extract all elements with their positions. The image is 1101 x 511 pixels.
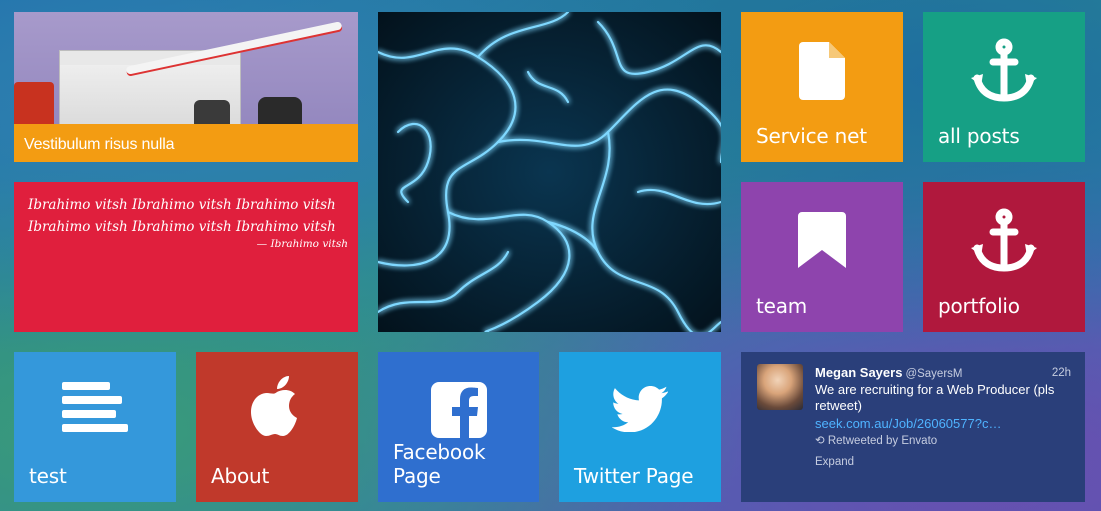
quote-text: Ibrahimo vitsh Ibrahimo vitsh Ibrahimo v… xyxy=(28,197,336,235)
service-net-tile[interactable]: Service net xyxy=(741,12,903,162)
expand-link[interactable]: Expand xyxy=(815,456,854,468)
quote-author: — Ibrahimo vitsh xyxy=(256,238,348,250)
tweet-link[interactable]: seek.com.au/Job/26060577?c… xyxy=(815,416,1001,431)
retweeted-by-text: Retweeted by Envato xyxy=(827,435,938,447)
bookmark-icon xyxy=(798,212,846,268)
document-icon xyxy=(799,42,845,100)
tweet-text: We are recruiting for a Web Producer (pl… xyxy=(815,382,1055,413)
tweet-timestamp[interactable]: 22h xyxy=(1052,367,1071,379)
team-label: team xyxy=(756,294,808,318)
all-posts-label: all posts xyxy=(938,124,1020,148)
twitter-feed-widget: Megan Sayers @SayersM 22h We are recruiti… xyxy=(741,352,1085,502)
electric-pattern-image xyxy=(378,12,721,332)
electric-image-tile[interactable] xyxy=(378,12,721,332)
portfolio-tile[interactable]: portfolio xyxy=(923,182,1085,332)
facebook-page-label: Facebook Page xyxy=(393,440,486,488)
service-net-label: Service net xyxy=(756,124,867,148)
tweet-author-name[interactable]: Megan Sayers xyxy=(815,365,902,380)
twitter-page-tile[interactable]: Twitter Page xyxy=(559,352,721,502)
product-caption-bar: Vestibulum risus nulla xyxy=(14,124,358,162)
twitter-page-label: Twitter Page xyxy=(574,464,694,488)
all-posts-tile[interactable]: all posts xyxy=(923,12,1085,162)
anchor-icon xyxy=(971,208,1037,272)
team-tile[interactable]: team xyxy=(741,182,903,332)
retweet-info: ⟲ Retweeted by Envato xyxy=(815,433,937,447)
retweet-icon: ⟲ xyxy=(815,435,828,447)
about-tile[interactable]: About xyxy=(196,352,358,502)
text-lines-icon xyxy=(62,382,128,432)
test-label: test xyxy=(29,464,67,488)
facebook-icon xyxy=(430,382,487,438)
quote-tile: Ibrahimo vitsh Ibrahimo vitsh Ibrahimo v… xyxy=(14,182,358,332)
portfolio-label: portfolio xyxy=(938,294,1020,318)
test-tile[interactable]: test xyxy=(14,352,176,502)
avatar[interactable] xyxy=(757,364,803,410)
apple-icon xyxy=(251,376,297,436)
tweet-author-handle[interactable]: @SayersM xyxy=(905,368,962,380)
tweet-author[interactable]: Megan Sayers @SayersM xyxy=(815,365,962,380)
anchor-icon xyxy=(971,38,1037,102)
facebook-page-tile[interactable]: Facebook Page xyxy=(378,352,539,502)
twitter-bird-icon xyxy=(612,386,668,432)
product-tile-label: Vestibulum risus nulla xyxy=(24,136,175,153)
product-tile[interactable]: Vestibulum risus nulla xyxy=(14,12,358,162)
about-label: About xyxy=(211,464,270,488)
